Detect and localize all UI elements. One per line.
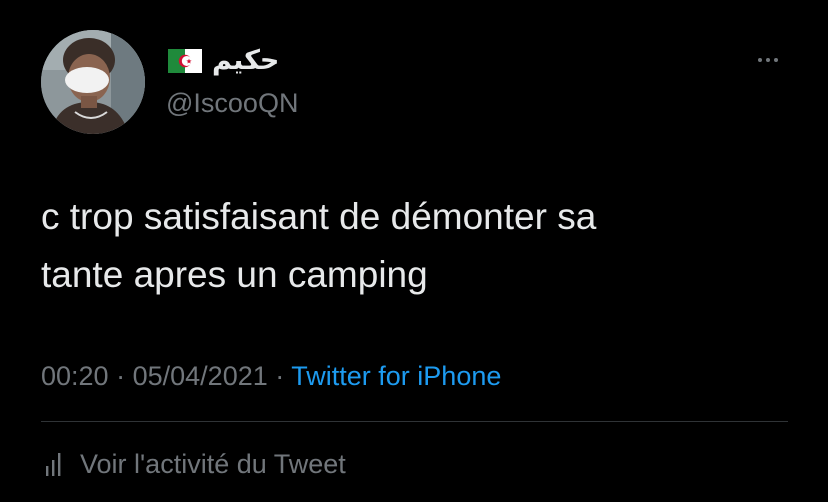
tweet-card: حكيم @IscooQN c trop satisfaisant de dém… (0, 0, 828, 502)
analytics-icon (46, 453, 61, 476)
author-name-row[interactable]: حكيم (168, 44, 279, 78)
tweet-time[interactable]: 00:20 (41, 361, 109, 391)
tweet-date[interactable]: 05/04/2021 (133, 361, 268, 391)
tweet-text: c trop satisfaisant de démonter sa tante… (41, 196, 597, 295)
divider (41, 421, 788, 422)
author-handle[interactable]: @IscooQN (166, 86, 298, 120)
more-dot (774, 58, 778, 62)
activity-label: Voir l'activité du Tweet (80, 449, 346, 479)
author-display-name[interactable]: حكيم (212, 44, 279, 78)
view-tweet-activity-button[interactable]: Voir l'activité du Tweet (44, 446, 346, 482)
algeria-flag-icon (168, 49, 202, 73)
meta-separator: · (275, 361, 285, 391)
more-horizontal-icon (758, 58, 762, 62)
avatar-photo (41, 30, 145, 134)
more-options-button[interactable] (750, 48, 786, 72)
author-avatar[interactable] (41, 30, 145, 134)
more-dot (766, 58, 770, 62)
tweet-meta: 00:20 · 05/04/2021 · Twitter for iPhone (41, 358, 501, 394)
tweet-source-link[interactable]: Twitter for iPhone (291, 361, 501, 391)
meta-separator: · (116, 361, 126, 391)
